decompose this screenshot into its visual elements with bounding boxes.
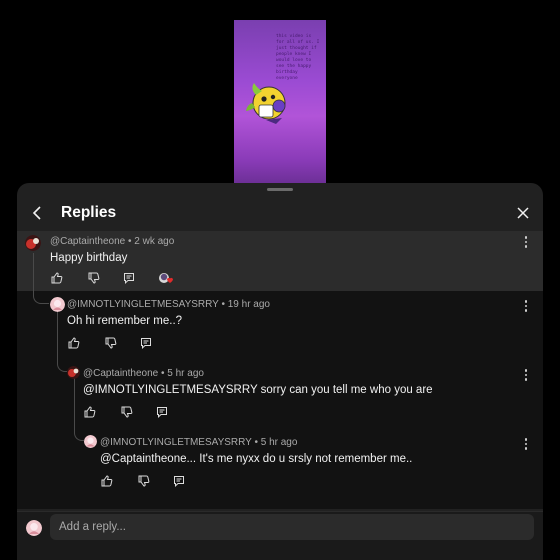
comment-actions xyxy=(67,336,187,350)
more-options-button[interactable] xyxy=(521,368,531,382)
comment-time: 5 hr ago xyxy=(167,368,204,379)
comment-actions xyxy=(50,271,200,285)
dislike-icon xyxy=(105,337,117,349)
creator-heart xyxy=(157,271,173,285)
dislike-button[interactable] xyxy=(87,271,101,285)
dislike-icon xyxy=(138,475,150,487)
reply-button[interactable] xyxy=(155,405,169,419)
close-icon xyxy=(517,207,529,219)
comment-text: Oh hi remember me..? xyxy=(67,315,183,327)
comment-text: Happy birthday xyxy=(50,252,128,264)
reply-footer xyxy=(17,511,543,560)
like-icon xyxy=(101,475,113,487)
replies-sheet: Replies @Captaintheone • 2 wk ago Happy … xyxy=(17,183,543,560)
dislike-button[interactable] xyxy=(137,474,151,488)
thread-line xyxy=(57,304,67,372)
reply-button[interactable] xyxy=(122,271,136,285)
comment-author[interactable]: @IMNOTLYINGLETMESAYSRRY xyxy=(67,299,219,310)
back-button[interactable] xyxy=(27,203,47,223)
comment-meta: @IMNOTLYINGLETMESAYSRRY • 19 hr ago xyxy=(67,299,270,310)
dislike-button[interactable] xyxy=(104,336,118,350)
reply-input[interactable] xyxy=(50,514,534,540)
heart-icon xyxy=(158,272,173,283)
avatar[interactable] xyxy=(50,297,65,312)
like-button[interactable] xyxy=(100,474,114,488)
app-screen: this video is for all of us. I just thou… xyxy=(0,0,560,560)
user-avatar[interactable] xyxy=(26,520,42,536)
parent-comment: @Captaintheone • 2 wk ago Happy birthday xyxy=(17,231,543,291)
dislike-button[interactable] xyxy=(120,405,134,419)
comment-author[interactable]: @Captaintheone xyxy=(50,236,125,247)
reply-button[interactable] xyxy=(172,474,186,488)
dislike-icon xyxy=(88,272,100,284)
reply-thread: @Captaintheone • 2 wk ago Happy birthday xyxy=(17,231,543,511)
sheet-title: Replies xyxy=(61,204,117,221)
comment-text: @Captaintheone... It's me nyxx do u srsl… xyxy=(100,453,413,465)
close-button[interactable] xyxy=(513,203,533,223)
like-icon xyxy=(68,337,80,349)
comment-time: 5 hr ago xyxy=(260,437,298,448)
dislike-icon xyxy=(121,406,133,418)
comment-author[interactable]: @IMNOTLYINGLETMESAYSRRY xyxy=(100,437,252,448)
reply-icon xyxy=(124,273,134,284)
replies-area: @IMNOTLYINGLETMESAYSRRY • 19 hr ago Oh h… xyxy=(17,253,543,509)
sheet-header: Replies xyxy=(17,183,543,231)
more-options-button[interactable] xyxy=(521,235,531,249)
avatar[interactable] xyxy=(25,235,41,251)
comment-author[interactable]: @Captaintheone xyxy=(83,368,158,379)
video-thumbnail[interactable]: this video is for all of us. I just thou… xyxy=(234,20,326,195)
comment-text: @IMNOTLYINGLETMESAYSRRY sorry can you te… xyxy=(83,384,433,396)
like-icon xyxy=(84,406,96,418)
comment-actions xyxy=(100,474,220,488)
thumbnail-sticker-icon xyxy=(246,83,286,124)
reply-icon xyxy=(174,476,184,487)
avatar[interactable] xyxy=(84,435,97,448)
like-button[interactable] xyxy=(67,336,81,350)
reply-icon xyxy=(157,407,167,418)
comment-meta: @Captaintheone • 5 hr ago xyxy=(83,368,204,379)
comment-meta: @IMNOTLYINGLETMESAYSRRY • 5 hr ago xyxy=(100,437,298,448)
reply-button[interactable] xyxy=(139,336,153,350)
like-button[interactable] xyxy=(50,271,64,285)
comment-time: 19 hr ago xyxy=(227,299,270,310)
comment-actions xyxy=(83,405,203,419)
like-button[interactable] xyxy=(83,405,97,419)
reply-icon xyxy=(141,338,151,349)
like-icon xyxy=(51,272,63,284)
comment-meta: @Captaintheone • 2 wk ago xyxy=(50,236,175,247)
thread-line xyxy=(33,253,49,304)
comment-time: 2 wk ago xyxy=(134,236,175,247)
back-arrow-icon xyxy=(32,206,41,220)
more-options-button[interactable] xyxy=(521,437,531,451)
more-options-button[interactable] xyxy=(521,299,531,313)
avatar[interactable] xyxy=(67,366,80,379)
